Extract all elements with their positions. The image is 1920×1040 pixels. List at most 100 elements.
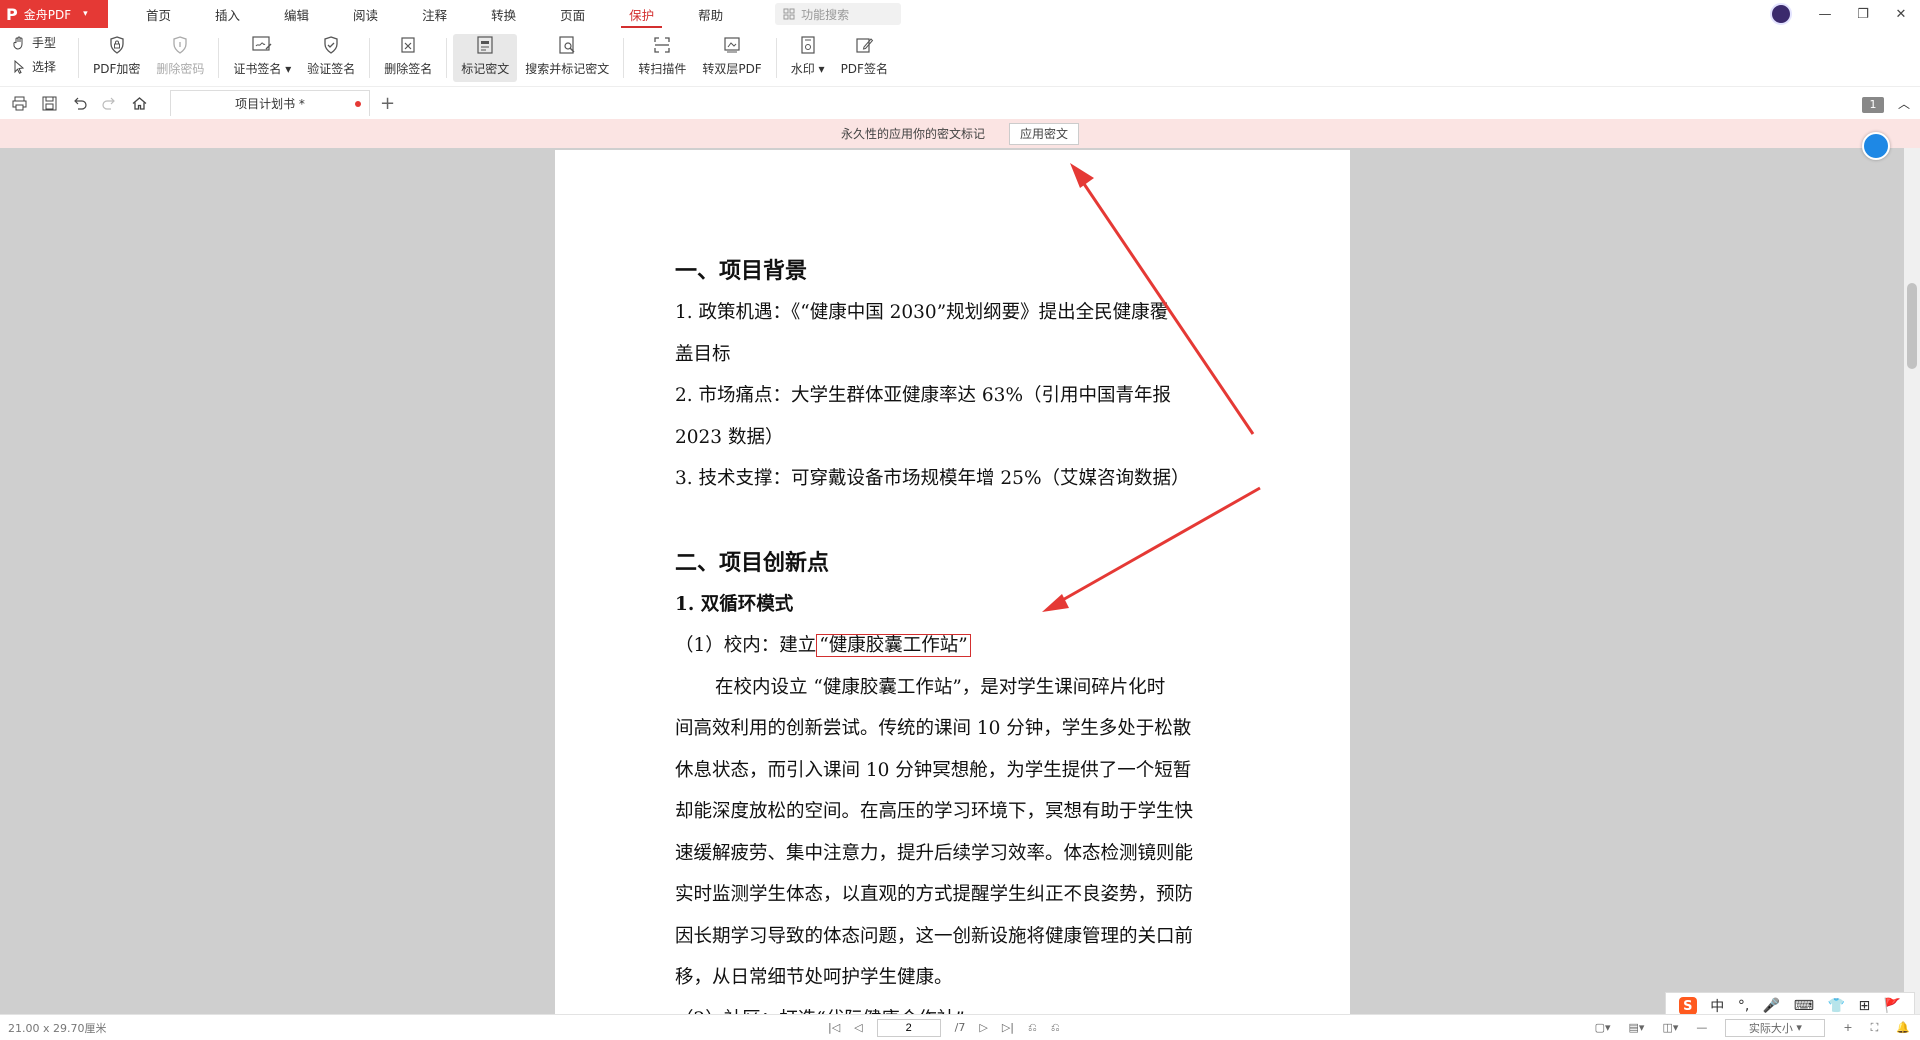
first-page-icon[interactable]: |◁ bbox=[828, 1021, 840, 1034]
ime-punctuation-icon[interactable]: °, bbox=[1738, 998, 1749, 1014]
vertical-scrollbar[interactable] bbox=[1904, 148, 1920, 1014]
body-line: 实时监测学生体态，以直观的方式提醒学生纠正不良姿势，预防 bbox=[675, 884, 1194, 905]
print-button[interactable] bbox=[4, 96, 34, 111]
hand-tool-label: 手型 bbox=[32, 36, 57, 50]
home-button[interactable] bbox=[124, 96, 154, 111]
verify-sign-button[interactable]: 验证签名 bbox=[299, 34, 363, 82]
watermark-button[interactable]: 水印 ▾ bbox=[783, 34, 833, 82]
menu-annotate[interactable]: 注释 bbox=[400, 0, 469, 28]
bell-icon[interactable]: 🔔 bbox=[1896, 1021, 1910, 1034]
menu-page[interactable]: 页面 bbox=[538, 0, 607, 28]
document-viewport[interactable]: 一、项目背景 1. 政策机遇：《“健康中国 2030”规划纲要》提出全民健康覆 … bbox=[0, 148, 1920, 1014]
fullscreen-icon[interactable]: ⛶ bbox=[1871, 1021, 1879, 1035]
paragraph-market: 2. 市场痛点：大学生群体亚健康率达 63%（引用中国青年报 bbox=[675, 385, 1172, 406]
pdf-page[interactable]: 一、项目背景 1. 政策机遇：《“健康中国 2030”规划纲要》提出全民健康覆 … bbox=[555, 150, 1350, 1014]
cursor-arrow-icon bbox=[14, 59, 25, 74]
sogou-logo-icon[interactable]: S bbox=[1678, 997, 1697, 1015]
save-icon bbox=[42, 96, 56, 110]
to-scan-label: 转扫描件 bbox=[638, 62, 687, 76]
ribbon-separator bbox=[369, 38, 371, 78]
body-line: 休息状态，而引入课间 10 分钟冥想舱，为学生提供了一个短暂 bbox=[675, 759, 1192, 781]
ime-chinese-mode[interactable]: 中 bbox=[1710, 996, 1724, 1016]
close-button[interactable]: ✕ bbox=[1882, 7, 1920, 22]
search-and-redact-button[interactable]: 搜索并标记密文 bbox=[517, 34, 617, 82]
prev-page-icon[interactable]: ◁ bbox=[854, 1021, 862, 1034]
app-brand-button[interactable]: P 金舟PDF ▾ bbox=[0, 0, 108, 28]
redaction-notice-bar: 永久性的应用你的密文标记 应用密文 bbox=[0, 119, 1920, 148]
flag-icon[interactable]: 🚩 bbox=[1884, 998, 1901, 1014]
keyboard-icon[interactable]: ⌨ bbox=[1794, 998, 1814, 1014]
add-tab-button[interactable]: + bbox=[380, 93, 395, 114]
mark-redact-icon bbox=[473, 34, 497, 56]
paragraph-policy: 1. 政策机遇：《“健康中国 2030”规划纲要》提出全民健康覆 bbox=[675, 302, 1169, 323]
continuous-view-icon[interactable]: ▤▾ bbox=[1629, 1021, 1645, 1034]
restore-button[interactable]: ❐ bbox=[1844, 7, 1882, 22]
menu-help[interactable]: 帮助 bbox=[676, 0, 745, 28]
paragraph-market-cont: 2023 数据） bbox=[675, 426, 784, 448]
to-scan-button[interactable]: 转扫描件 bbox=[630, 34, 694, 82]
skin-icon[interactable]: 👕 bbox=[1828, 998, 1845, 1014]
back-view-icon[interactable]: ⎌ bbox=[1028, 1021, 1037, 1035]
forward-view-icon[interactable]: ⎌ bbox=[1051, 1021, 1060, 1035]
menu-bar: P 金舟PDF ▾ 首页 插入 编辑 阅读 注释 转换 页面 保护 帮助 功能搜… bbox=[0, 0, 1920, 28]
document-tab-title: 项目计划书 * bbox=[235, 97, 305, 111]
total-pages: /7 bbox=[954, 1021, 966, 1034]
zoom-out-button[interactable]: — bbox=[1696, 1021, 1707, 1034]
redaction-mark-box[interactable]: “健康胶囊工作站” bbox=[816, 634, 971, 657]
menu-home[interactable]: 首页 bbox=[124, 0, 193, 28]
delete-sign-button[interactable]: 删除签名 bbox=[376, 34, 440, 82]
search-and-redact-label: 搜索并标记密文 bbox=[525, 62, 610, 76]
ribbon-toolbar: 手型 选择 PDF加密 删除密码 证书签名 ▾ 验证签名 删除签名 标记密文 搜… bbox=[0, 28, 1920, 86]
pdf-sign-button[interactable]: PDF签名 bbox=[833, 34, 896, 82]
body-line: 移，从日常细节处呵护学生健康。 bbox=[675, 967, 953, 988]
hand-tool-button[interactable]: 手型 bbox=[12, 34, 72, 51]
to-dual-layer-pdf-button[interactable]: 转双层PDF bbox=[694, 34, 769, 82]
cursor-mode-group: 手型 选择 bbox=[0, 34, 72, 75]
app-logo-icon: P bbox=[6, 4, 18, 24]
unlock-shield-icon bbox=[168, 34, 192, 56]
floating-assistant-button[interactable] bbox=[1862, 132, 1890, 160]
verify-sign-label: 验证签名 bbox=[307, 62, 356, 76]
microphone-icon[interactable]: 🎤 bbox=[1763, 998, 1780, 1014]
heading-background: 一、项目背景 bbox=[675, 258, 808, 284]
redo-button[interactable] bbox=[94, 96, 124, 111]
apply-redaction-button[interactable]: 应用密文 bbox=[1009, 122, 1080, 145]
menu-insert[interactable]: 插入 bbox=[193, 0, 262, 28]
ribbon-separator bbox=[218, 38, 220, 78]
zoom-select[interactable]: 实际大小 ▾ bbox=[1725, 1018, 1826, 1037]
document-tab[interactable]: 项目计划书 * bbox=[170, 90, 370, 116]
unsaved-dot-icon bbox=[355, 101, 361, 107]
printer-icon bbox=[12, 96, 26, 110]
mark-redaction-button[interactable]: 标记密文 bbox=[453, 34, 518, 82]
select-tool-button[interactable]: 选择 bbox=[12, 58, 72, 75]
user-avatar[interactable] bbox=[1770, 3, 1792, 25]
paragraph-policy-cont: 盖目标 bbox=[675, 343, 731, 365]
single-page-view-icon[interactable]: ▢▾ bbox=[1595, 1021, 1611, 1034]
function-search-input[interactable]: 功能搜索 bbox=[775, 3, 902, 25]
pen-sign-icon bbox=[852, 34, 876, 56]
next-page-icon[interactable]: ▷ bbox=[979, 1021, 987, 1034]
undo-button[interactable] bbox=[64, 96, 94, 111]
menu-convert[interactable]: 转换 bbox=[469, 0, 538, 28]
remove-password-button[interactable]: 删除密码 bbox=[148, 34, 212, 82]
zoom-in-button[interactable]: + bbox=[1843, 1021, 1852, 1034]
minimize-button[interactable]: — bbox=[1806, 7, 1844, 22]
certificate-sign-button[interactable]: 证书签名 ▾ bbox=[225, 34, 299, 82]
save-button[interactable] bbox=[34, 96, 64, 111]
menu-edit[interactable]: 编辑 bbox=[262, 0, 331, 28]
two-page-view-icon[interactable]: ◫▾ bbox=[1662, 1021, 1678, 1034]
pdf-encrypt-button[interactable]: PDF加密 bbox=[85, 34, 148, 82]
paragraph-tech: 3. 技术支撑：可穿戴设备市场规模年增 25%（艾媒咨询数据） bbox=[675, 468, 1190, 489]
ribbon-separator bbox=[78, 38, 79, 78]
ribbon-separator bbox=[623, 38, 625, 78]
remove-password-label: 删除密码 bbox=[156, 62, 205, 76]
current-page-input[interactable] bbox=[876, 1018, 941, 1037]
scrollbar-thumb[interactable] bbox=[1907, 283, 1917, 369]
grid-menu-icon[interactable]: ⊞ bbox=[1859, 998, 1871, 1014]
menu-read[interactable]: 阅读 bbox=[331, 0, 400, 28]
collapse-ribbon-button[interactable]: ︿ bbox=[1898, 95, 1910, 112]
ribbon-separator bbox=[775, 38, 777, 78]
lock-shield-icon bbox=[105, 34, 129, 56]
last-page-icon[interactable]: ▷| bbox=[1002, 1021, 1014, 1034]
menu-protect[interactable]: 保护 bbox=[607, 0, 676, 28]
